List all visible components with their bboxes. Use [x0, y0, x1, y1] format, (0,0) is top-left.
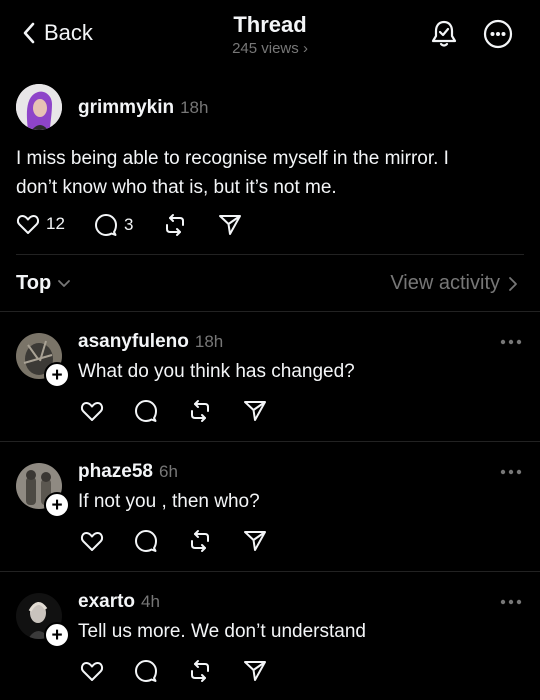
more-icon[interactable]	[500, 339, 522, 345]
views-count: 245 views	[232, 40, 299, 57]
view-activity-link[interactable]: View activity	[390, 272, 518, 295]
sort-label: Top	[16, 272, 52, 294]
repost-icon[interactable]	[188, 659, 212, 683]
post-text-line: don’t know who that is, but it’s not me.	[16, 177, 337, 198]
avatar-image	[16, 84, 62, 130]
sort-dropdown[interactable]: Top	[16, 272, 71, 295]
follow-button[interactable]: +	[44, 492, 70, 518]
reply-header: exarto 4h	[78, 591, 160, 613]
more-icon[interactable]	[500, 599, 522, 605]
heart-icon[interactable]	[80, 530, 104, 552]
reply-username[interactable]: asanyfuleno	[78, 331, 189, 352]
follow-button[interactable]: +	[44, 362, 70, 388]
reply-username[interactable]: phaze58	[78, 461, 153, 482]
follow-button[interactable]: +	[44, 622, 70, 648]
like-count: 12	[46, 214, 65, 233]
plus-icon: +	[51, 624, 63, 646]
reply-count: 3	[124, 215, 134, 234]
post-text: I miss being able to recognise myself in…	[16, 144, 526, 202]
send-icon[interactable]	[243, 529, 267, 553]
repost-icon[interactable]	[163, 213, 187, 237]
comment-icon[interactable]	[134, 399, 158, 423]
reply-time: 18h	[194, 332, 224, 351]
reply-text: Tell us more. We don’t understand	[78, 621, 366, 642]
comment-icon[interactable]	[134, 659, 158, 683]
post-text-line: I miss being able to recognise myself in…	[16, 148, 449, 169]
send-icon[interactable]	[218, 213, 242, 237]
reply-text: What do you think has changed?	[78, 361, 355, 382]
comment-icon	[95, 214, 117, 236]
reply-button[interactable]: 3	[94, 213, 133, 237]
plus-icon: +	[51, 364, 63, 386]
comment-icon[interactable]	[134, 529, 158, 553]
bell-icon[interactable]	[428, 18, 460, 50]
reply-time: 6h	[158, 462, 178, 481]
more-icon[interactable]	[500, 469, 522, 475]
repost-icon[interactable]	[188, 399, 212, 423]
send-icon[interactable]	[243, 399, 267, 423]
divider	[16, 254, 524, 255]
post-header: grimmykin 18h	[78, 97, 208, 119]
reply-header: phaze58 6h	[78, 461, 178, 483]
reply-header: asanyfuleno 18h	[78, 331, 223, 353]
chevron-down-icon	[58, 279, 71, 287]
more-circle-icon[interactable]	[482, 18, 514, 50]
chevron-right-icon	[509, 276, 517, 291]
heart-icon	[16, 215, 40, 234]
divider	[0, 311, 540, 312]
activity-label: View activity	[390, 272, 500, 294]
post-time: 18h	[180, 98, 209, 117]
heart-icon[interactable]	[80, 400, 104, 422]
reply-username[interactable]: exarto	[78, 591, 135, 612]
divider	[0, 571, 540, 572]
heart-icon[interactable]	[80, 660, 104, 682]
like-button[interactable]: 12	[16, 213, 65, 235]
repost-icon[interactable]	[188, 529, 212, 553]
reply-text: If not you , then who?	[78, 491, 260, 512]
chevron-right-icon: ›	[302, 40, 308, 57]
reply-time: 4h	[141, 592, 160, 611]
divider	[0, 441, 540, 442]
avatar[interactable]	[16, 84, 62, 130]
post-username[interactable]: grimmykin	[78, 97, 174, 118]
plus-icon: +	[51, 494, 63, 516]
send-icon[interactable]	[243, 659, 267, 683]
